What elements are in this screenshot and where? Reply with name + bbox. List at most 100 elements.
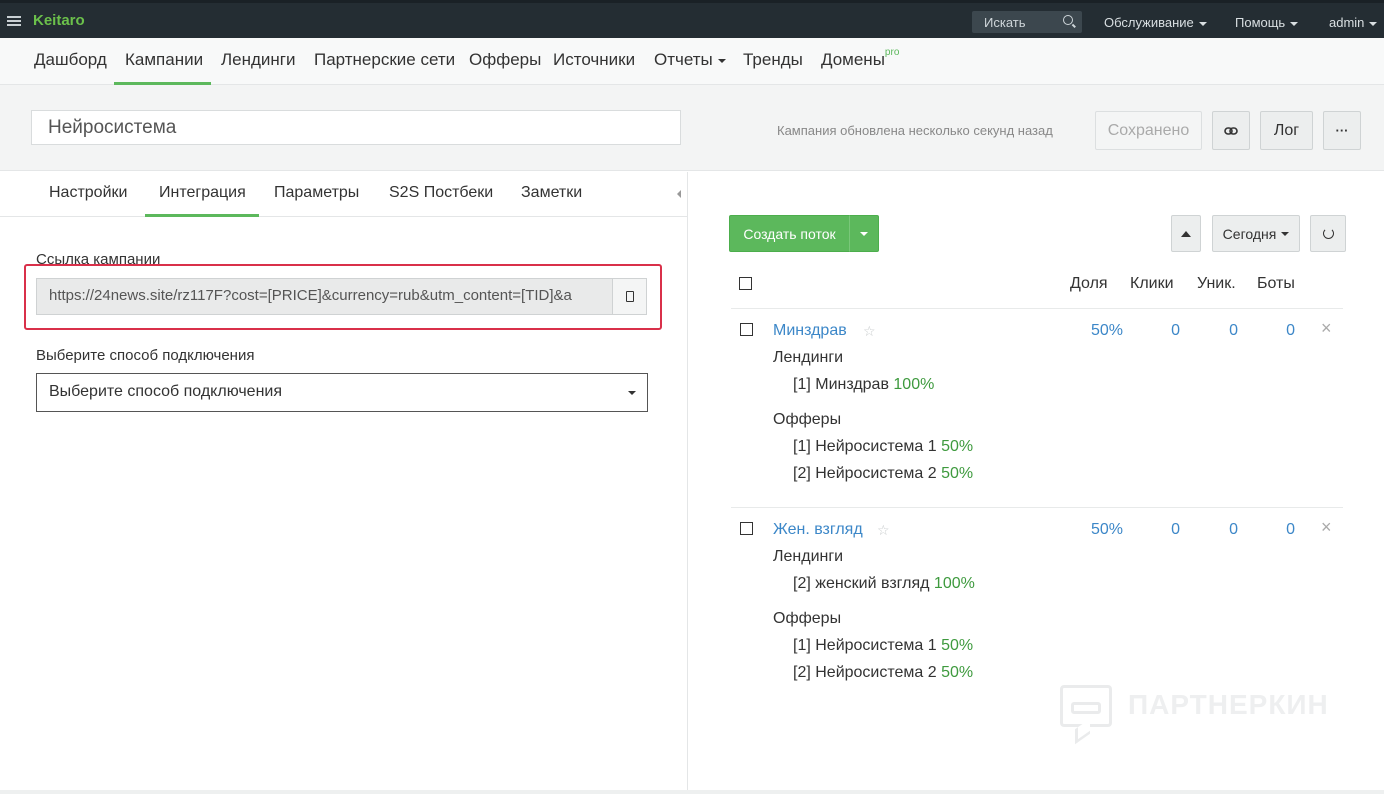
- more-button[interactable]: ···: [1323, 111, 1361, 150]
- col-share: Доля: [1070, 275, 1108, 292]
- create-flow-dropdown[interactable]: [849, 215, 879, 252]
- watermark: ПАРТНЕРКИН: [1060, 683, 1350, 741]
- nav-domains[interactable]: Доменыpro: [821, 47, 900, 70]
- collapse-button[interactable]: [1171, 215, 1201, 252]
- offers-label: Офферы: [773, 411, 842, 428]
- topmenu-help-label: Помощь: [1235, 15, 1286, 30]
- star-icon[interactable]: ☆: [863, 323, 876, 340]
- nav-affiliate-networks[interactable]: Партнерские сети: [314, 50, 455, 70]
- topmenu-user-label: admin: [1329, 15, 1365, 30]
- nav-reports-label: Отчеты: [654, 50, 713, 69]
- tab-settings[interactable]: Настройки: [49, 184, 127, 202]
- chevron-down-icon: [628, 391, 636, 395]
- nav-sources[interactable]: Источники: [553, 50, 635, 70]
- flow-share[interactable]: 50%: [1083, 322, 1123, 340]
- nav-landings[interactable]: Лендинги: [221, 50, 296, 70]
- tab-parameters[interactable]: Параметры: [274, 184, 359, 202]
- search-icon[interactable]: [1063, 15, 1073, 25]
- chevron-down-icon: [1369, 21, 1378, 26]
- offer-item: [1] Нейросистема 1 50%: [793, 438, 973, 456]
- top-bar: Keitaro Искать Обслуживание Помощь admin: [0, 0, 1384, 38]
- topmenu-help[interactable]: Помощь: [1235, 15, 1299, 30]
- flow-unique[interactable]: 0: [1198, 322, 1238, 340]
- create-flow-button[interactable]: Создать поток: [729, 215, 850, 252]
- offer-name: [2] Нейросистема 2: [793, 465, 937, 482]
- col-clicks: Клики: [1130, 275, 1174, 292]
- landing-item: [2] женский взгляд 100%: [793, 575, 975, 593]
- connection-method-label: Выберите способ подключения: [36, 347, 255, 364]
- nav-dashboard[interactable]: Дашборд: [34, 50, 107, 70]
- offer-item: [2] Нейросистема 2 50%: [793, 465, 973, 483]
- landing-name: [2] женский взгляд: [793, 575, 930, 592]
- offer-weight: 50%: [941, 465, 974, 482]
- flow-name-link[interactable]: Минздрав: [773, 322, 847, 340]
- log-button[interactable]: Лог: [1260, 111, 1313, 150]
- tab-s2s-postbacks[interactable]: S2S Постбеки: [389, 184, 493, 202]
- offer-weight: 50%: [941, 438, 974, 455]
- landing-weight: 100%: [933, 575, 975, 592]
- topmenu-service[interactable]: Обслуживание: [1104, 15, 1207, 30]
- flow-name-link[interactable]: Жен. взгляд: [773, 521, 863, 539]
- nav-reports[interactable]: Отчеты: [654, 50, 726, 70]
- offer-name: [2] Нейросистема 2: [793, 664, 937, 681]
- flow-checkbox[interactable]: [740, 323, 753, 336]
- integration-panel: Настройки Интеграция Параметры S2S Постб…: [0, 172, 688, 790]
- search-input[interactable]: Искать: [972, 11, 1082, 33]
- refresh-button[interactable]: [1310, 215, 1346, 252]
- chevron-down-icon: [860, 231, 868, 236]
- flow-bots[interactable]: 0: [1255, 322, 1295, 340]
- col-unique: Уник.: [1197, 275, 1236, 292]
- chevron-down-icon: [717, 58, 726, 63]
- flow-clicks[interactable]: 0: [1140, 322, 1180, 340]
- col-bots: Боты: [1257, 275, 1295, 292]
- updated-status: Кампания обновлена несколько секунд наза…: [777, 123, 1053, 138]
- chevron-left-icon[interactable]: [677, 190, 681, 198]
- main-nav: Дашборд Кампании Лендинги Партнерские се…: [0, 38, 1384, 85]
- connection-method-value: Выберите способ подключения: [49, 383, 283, 400]
- landings-label: Лендинги: [773, 548, 844, 565]
- copy-button[interactable]: [612, 278, 647, 315]
- nav-trends[interactable]: Тренды: [743, 50, 803, 70]
- nav-domains-label: Домены: [821, 50, 885, 69]
- footer-strip: [0, 790, 1384, 794]
- link-button[interactable]: [1212, 111, 1250, 150]
- chevron-down-icon: [1290, 21, 1299, 26]
- select-all-checkbox[interactable]: [739, 277, 752, 290]
- campaign-name-input[interactable]: Нейросистема: [31, 110, 681, 145]
- close-icon[interactable]: ×: [1321, 318, 1332, 339]
- star-icon[interactable]: ☆: [877, 522, 890, 539]
- flow-bots[interactable]: 0: [1255, 521, 1295, 539]
- flow-clicks[interactable]: 0: [1140, 521, 1180, 539]
- triangle-up-icon: [1181, 230, 1191, 237]
- tab-notes[interactable]: Заметки: [521, 184, 582, 202]
- tab-integration[interactable]: Интеграция: [159, 184, 246, 202]
- brand-logo[interactable]: Keitaro: [33, 12, 85, 29]
- active-tab-indicator: [145, 214, 259, 217]
- divider: [731, 507, 1343, 508]
- menu-icon[interactable]: [7, 15, 21, 26]
- flow-share[interactable]: 50%: [1083, 521, 1123, 539]
- topmenu-user[interactable]: admin: [1329, 15, 1378, 30]
- period-select[interactable]: Сегодня: [1212, 215, 1300, 252]
- pro-badge: pro: [884, 47, 900, 58]
- offer-weight: 50%: [941, 664, 974, 681]
- link-icon: [1224, 126, 1238, 135]
- chevron-down-icon: [1281, 231, 1290, 236]
- flow-unique[interactable]: 0: [1198, 521, 1238, 539]
- saved-button[interactable]: Сохранено: [1095, 111, 1202, 150]
- nav-offers[interactable]: Офферы: [469, 50, 541, 70]
- offer-item: [2] Нейросистема 2 50%: [793, 664, 973, 682]
- flow-checkbox[interactable]: [740, 522, 753, 535]
- watermark-logo-icon: [1060, 685, 1112, 727]
- connection-method-select[interactable]: Выберите способ подключения: [36, 373, 648, 412]
- refresh-icon: [1322, 228, 1334, 239]
- landing-item: [1] Минздрав 100%: [793, 376, 934, 394]
- close-icon[interactable]: ×: [1321, 517, 1332, 538]
- nav-campaigns[interactable]: Кампании: [125, 50, 203, 70]
- landings-label: Лендинги: [773, 349, 844, 366]
- topmenu-service-label: Обслуживание: [1104, 15, 1194, 30]
- campaign-link-field[interactable]: https://24news.site/rz117F?cost=[PRICE]&…: [36, 278, 613, 315]
- campaign-tabs: Настройки Интеграция Параметры S2S Постб…: [0, 172, 688, 217]
- landing-weight: 100%: [893, 376, 935, 393]
- offer-weight: 50%: [941, 637, 974, 654]
